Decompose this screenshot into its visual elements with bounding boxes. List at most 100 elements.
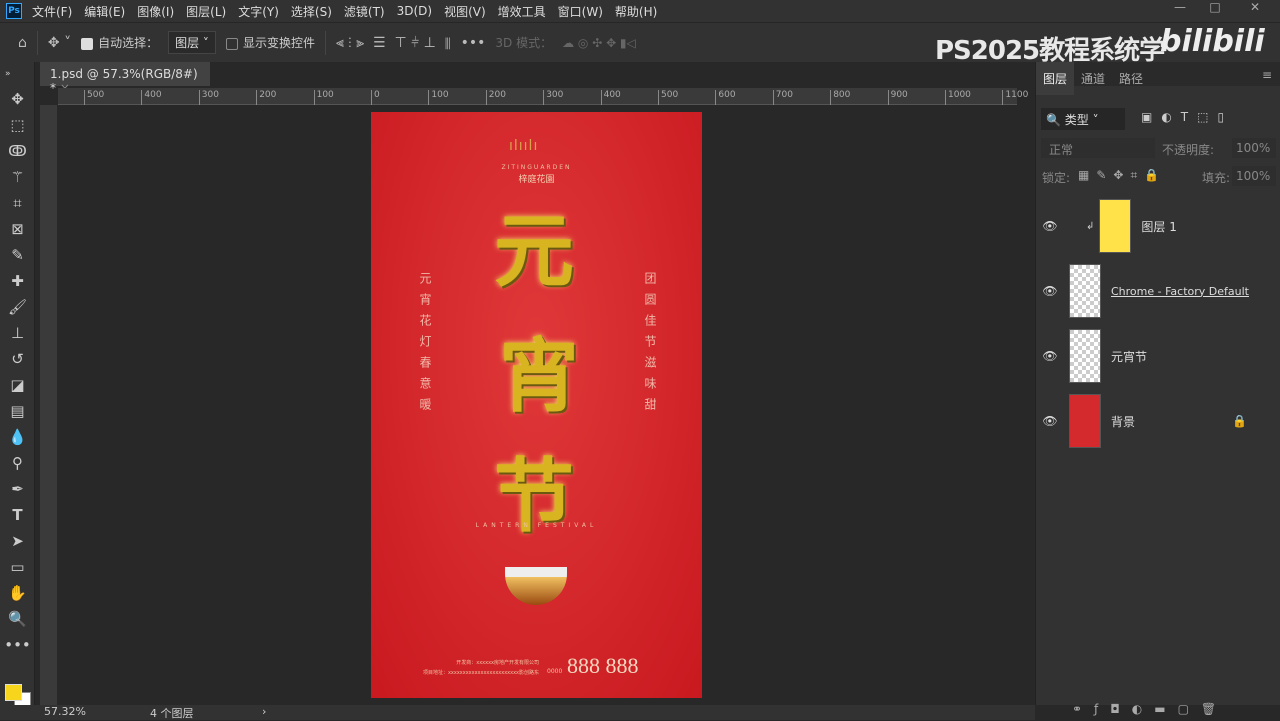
menu-3d[interactable]: 3D(D) — [397, 4, 432, 18]
vertical-ruler — [40, 105, 57, 705]
menu-file[interactable]: 文件(F) — [32, 3, 72, 20]
align-icons[interactable]: ⫷ ⫶ ⫸ ☰ ⊤ ⫩ ⊥ ⫴ — [336, 35, 451, 51]
magic-wand-icon[interactable]: ⚚ — [0, 164, 35, 190]
tools-panel: » ✥ ⬚ ↂ ⚚ ⌗ ⊠ ✎ ✚ 🖌 ⊥ ↺ ◪ ▤ 💧 ⚲ ✒ T ➤ ▭ … — [0, 62, 35, 709]
auto-select-target-dropdown[interactable]: 图层 ˅ — [168, 31, 216, 54]
layer-actions-icons[interactable]: ⚭ƒ◘◐▬▢🗑 — [1072, 702, 1228, 716]
layer-row[interactable]: 👁 ↲ 图层 1 — [1036, 195, 1280, 257]
brush-tool-icon[interactable]: 🖌 — [0, 294, 35, 320]
panel-menu-icon[interactable]: ≡ — [1262, 68, 1272, 82]
pen-tool-icon[interactable]: ✒ — [0, 476, 35, 502]
menu-image[interactable]: 图像(I) — [137, 3, 174, 20]
brand-logo-icon: ılıılı — [509, 138, 539, 154]
frame-tool-icon[interactable]: ⊠ — [0, 216, 35, 242]
move-tool-icon[interactable]: ✥ ˅ — [48, 35, 71, 51]
visibility-eye-icon[interactable]: 👁 — [1036, 349, 1064, 363]
menu-select[interactable]: 选择(S) — [291, 3, 332, 20]
foreground-color-swatch[interactable] — [5, 684, 22, 701]
visibility-eye-icon[interactable]: 👁 — [1036, 219, 1064, 233]
path-select-icon[interactable]: ➤ — [0, 528, 35, 554]
lock-icons[interactable]: ▦✎✥⌗🔒 — [1078, 168, 1166, 183]
move-tool-icon[interactable]: ✥ — [0, 86, 35, 112]
document-tab[interactable]: 1.psd @ 57.3%(RGB/8#) * × — [40, 62, 210, 95]
minimize-button[interactable]: — — [1165, 0, 1195, 22]
brand-en: ZITINGUARDEN — [501, 164, 572, 171]
title-char-1: 元 — [494, 204, 574, 298]
bilibili-logo: bilibili — [1160, 24, 1265, 59]
home-icon[interactable]: ⌂ — [18, 35, 27, 51]
layer-name[interactable]: Chrome - Factory Default — [1111, 285, 1249, 298]
gradient-tool-icon[interactable]: ▤ — [0, 398, 35, 424]
layer-filter-dropdown[interactable]: 🔍 类型 ˅ — [1041, 108, 1125, 130]
layer-thumbnail — [1069, 394, 1101, 448]
poster-info: 开发商：xxxxxx房地产开发有限公司 项目地址：xxxxxxxxxxxxxxxx… — [399, 658, 539, 678]
tab-layers[interactable]: 图层 — [1036, 62, 1075, 95]
ruler-label: 300 — [198, 90, 219, 105]
opacity-input[interactable]: 100% — [1232, 138, 1276, 158]
menu-window[interactable]: 窗口(W) — [558, 3, 603, 20]
visibility-eye-icon[interactable]: 👁 — [1036, 284, 1064, 298]
layer-name[interactable]: 图层 1 — [1141, 218, 1176, 235]
layer-row[interactable]: 👁 背景 🔒 — [1036, 390, 1280, 452]
more-options-icon[interactable]: ••• — [461, 35, 486, 51]
layer-row[interactable]: 👁 Chrome - Factory Default — [1036, 260, 1280, 322]
menu-plugins[interactable]: 增效工具 — [498, 3, 546, 20]
ruler-label: 600 — [715, 90, 736, 105]
rectangle-tool-icon[interactable]: ▭ — [0, 554, 35, 580]
lasso-tool-icon[interactable]: ↂ — [0, 138, 35, 164]
type-tool-icon[interactable]: T — [0, 502, 35, 528]
blur-tool-icon[interactable]: 💧 — [0, 424, 35, 450]
eyedropper-icon[interactable]: ✎ — [0, 242, 35, 268]
hand-tool-icon[interactable]: ✋ — [0, 580, 35, 606]
history-brush-icon[interactable]: ↺ — [0, 346, 35, 372]
menu-edit[interactable]: 编辑(E) — [84, 3, 125, 20]
layer-name[interactable]: 背景 — [1111, 413, 1135, 430]
edit-toolbar-icon[interactable]: ••• — [0, 632, 35, 658]
menu-view[interactable]: 视图(V) — [444, 3, 486, 20]
collapse-icon[interactable]: » — [0, 62, 35, 86]
marquee-tool-icon[interactable]: ⬚ — [0, 112, 35, 138]
layer-name[interactable]: 元宵节 — [1111, 348, 1147, 365]
blend-mode-dropdown[interactable]: 正常 — [1041, 138, 1155, 158]
eraser-icon[interactable]: ◪ — [0, 372, 35, 398]
stamp-tool-icon[interactable]: ⊥ — [0, 320, 35, 346]
fill-input[interactable]: 100% — [1232, 166, 1276, 186]
layer-thumbnail — [1069, 329, 1101, 383]
menu-bar: Ps 文件(F) 编辑(E) 图像(I) 图层(L) 文字(Y) 选择(S) 滤… — [0, 0, 1280, 22]
ruler-label: 0 — [371, 90, 380, 105]
tab-channels[interactable]: 通道 — [1074, 62, 1112, 95]
divider — [36, 30, 38, 55]
maximize-button[interactable]: □ — [1200, 0, 1230, 22]
status-arrow-icon[interactable]: › — [262, 705, 266, 718]
show-transform-checkbox[interactable]: 显示变换控件 — [225, 34, 315, 51]
filter-value: 类型 — [1064, 113, 1089, 127]
3d-mode-icons[interactable]: ☁ ◎ ✣ ✥ ▮◁ — [562, 36, 636, 50]
developer-line: 开发商：xxxxxx房地产开发有限公司 — [456, 660, 539, 666]
close-window-button[interactable]: ✕ — [1240, 0, 1270, 22]
visibility-eye-icon[interactable]: 👁 — [1036, 414, 1064, 428]
menu-filter[interactable]: 滤镜(T) — [344, 3, 385, 20]
dodge-tool-icon[interactable]: ⚲ — [0, 450, 35, 476]
layer-row[interactable]: 👁 元宵节 — [1036, 325, 1280, 387]
blend-mode-value: 正常 — [1049, 143, 1074, 157]
layer-thumbnail — [1099, 199, 1132, 253]
tab-paths[interactable]: 路径 — [1112, 62, 1150, 95]
filter-icons[interactable]: ▣◐T⬚▯ — [1141, 110, 1233, 124]
divider — [324, 30, 326, 55]
right-verse: 团圆佳节滋味甜 — [643, 272, 657, 419]
zoom-level[interactable]: 57.32% — [44, 705, 86, 718]
ruler-label: 900 — [887, 90, 908, 105]
menu-type[interactable]: 文字(Y) — [238, 3, 279, 20]
ruler-label: 800 — [830, 90, 850, 105]
fill-label: 填充: — [1202, 171, 1231, 185]
healing-brush-icon[interactable]: ✚ — [0, 268, 35, 294]
clipping-arrow-icon: ↲ — [1086, 220, 1095, 232]
zoom-tool-icon[interactable]: 🔍 — [0, 606, 35, 632]
auto-select-checkbox[interactable]: 自动选择： — [81, 34, 158, 51]
crop-tool-icon[interactable]: ⌗ — [0, 190, 35, 216]
menu-layer[interactable]: 图层(L) — [186, 3, 226, 20]
document-canvas[interactable]: ılıılı ZITINGUARDEN 梓庭花園 元 宵 节 元宵花灯春意暖 团… — [371, 112, 702, 698]
menu-help[interactable]: 帮助(H) — [615, 3, 657, 20]
title-char-2: 宵 — [499, 329, 579, 423]
phone-prefix: 0000 — [547, 668, 563, 675]
